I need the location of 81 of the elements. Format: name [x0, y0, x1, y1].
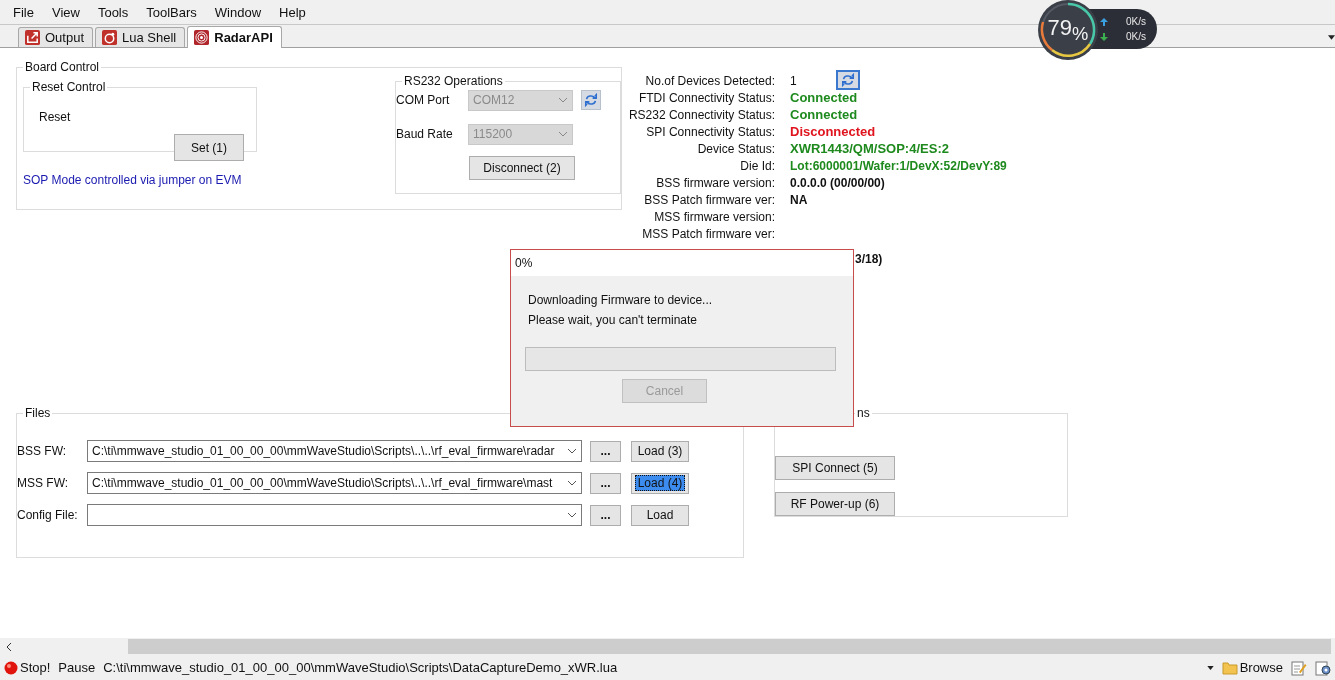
info-value: NA	[790, 192, 808, 207]
info-label: FTDI Connectivity Status:	[637, 90, 775, 105]
chevron-icon	[558, 131, 568, 137]
export-icon	[25, 30, 40, 45]
menu-item[interactable]: Window	[205, 4, 271, 20]
info-value: 1	[790, 73, 797, 88]
path-dropdown[interactable]	[87, 504, 582, 526]
dialog-message: Please wait, you can't terminate	[528, 312, 699, 329]
info-label: BSS firmware version:	[655, 175, 775, 190]
group-title: Files	[24, 406, 52, 420]
info-value: 0.0.0.0 (00/00/00)	[790, 175, 885, 190]
scroll-left-icon[interactable]	[6, 642, 12, 651]
operation-button[interactable]: SPI Connect (5)	[775, 456, 895, 480]
info-label: MSS firmware version:	[653, 209, 775, 224]
field-label: MSS FW:	[17, 476, 70, 490]
chevron-icon	[567, 512, 577, 518]
pause-button[interactable]: Pause	[54, 660, 100, 675]
info-value: 3/18)	[855, 251, 883, 266]
info-label: Device Status:	[696, 141, 775, 156]
folder-icon	[1221, 660, 1238, 675]
browse-button[interactable]: ...	[590, 440, 621, 462]
chevron-icon	[567, 448, 577, 454]
info-label: RS232 Connectivity Status:	[628, 107, 775, 122]
field-label: Config File:	[17, 508, 79, 522]
tab[interactable]: RadarAPI	[187, 26, 282, 48]
dialog-message: Downloading Firmware to device...	[528, 292, 714, 309]
refresh-button[interactable]	[836, 70, 860, 90]
tab[interactable]: Lua Shell	[95, 27, 186, 47]
path-dropdown[interactable]: C:\ti\mmwave_studio_01_00_00_00\mmWaveStudio\Scripts\..\..\rf_eval_firmware\radar	[87, 440, 582, 462]
field-label: Reset	[39, 110, 71, 124]
info-value: Connected	[790, 107, 858, 122]
group-title: Board Control	[24, 60, 101, 74]
download-icon	[1100, 32, 1108, 41]
load-button[interactable]: Load	[631, 504, 689, 526]
caret-icon[interactable]	[1328, 35, 1335, 40]
download-speed: 0K/s	[1126, 31, 1146, 42]
browse-button[interactable]: ...	[590, 472, 621, 494]
tab[interactable]: Output	[18, 27, 94, 47]
stop-icon	[4, 660, 18, 675]
info-value: XWR1443/QM/SOP:4/ES:2	[790, 141, 949, 156]
browse-button[interactable]: Browse	[1217, 660, 1287, 675]
chevron-icon	[558, 97, 568, 103]
info-label: Die Id:	[739, 158, 775, 173]
menu-item[interactable]: ToolBars	[137, 4, 206, 20]
field-label: BSS FW:	[17, 444, 68, 458]
shell-icon	[102, 30, 118, 45]
edit-icon[interactable]	[1291, 659, 1307, 676]
menu-item[interactable]: View	[42, 4, 89, 20]
set-button[interactable]: Set (1)	[174, 134, 244, 161]
dialog-title: 0%	[515, 256, 533, 270]
radar-icon	[194, 30, 210, 45]
disconnect-button[interactable]: Disconnect (2)	[469, 156, 575, 180]
info-label: MSS Patch firmware ver:	[641, 226, 775, 241]
browse-button[interactable]: ...	[590, 504, 621, 526]
group-title: RS232 Operations	[403, 74, 504, 88]
load-button[interactable]: Load (3)	[631, 440, 689, 462]
field-label: COM Port	[396, 93, 451, 107]
menu-item[interactable]: File	[4, 4, 43, 20]
info-note: SOP Mode controlled via jumper on EVM	[23, 173, 243, 187]
upload-speed: 0K/s	[1126, 16, 1146, 27]
script-path: C:\ti\mmwave_studio_01_00_00_00\mmWaveStudio\Scripts\DataCaptureDemo_xWR.lua	[103, 660, 618, 675]
menu-item[interactable]: Tools	[88, 4, 138, 20]
path-dropdown[interactable]: C:\ti\mmwave_studio_01_00_00_00\mmWaveStudio\Scripts\..\..\rf_eval_firmware\mast	[87, 472, 582, 494]
info-label: No.of Devices Detected:	[644, 73, 775, 88]
info-label: BSS Patch firmware ver:	[643, 192, 775, 207]
scrollbar[interactable]	[0, 638, 1335, 655]
info-label: SPI Connectivity Status:	[645, 124, 775, 139]
group-title: ns	[856, 406, 871, 420]
load-button[interactable]: Load (4)	[631, 472, 689, 494]
operation-button[interactable]: RF Power-up (6)	[775, 492, 895, 516]
caret-icon[interactable]	[1206, 665, 1214, 670]
info-value: Disconnected	[790, 124, 876, 139]
settings-icon[interactable]	[1315, 659, 1331, 676]
group-title: Reset Control	[31, 80, 107, 94]
upload-icon	[1100, 17, 1108, 26]
field-label: Baud Rate	[396, 127, 454, 141]
info-value: Connected	[790, 90, 858, 105]
stop-button[interactable]: Stop!	[0, 660, 55, 675]
chevron-icon	[567, 480, 577, 486]
info-value: Lot:6000001/Wafer:1/DevX:52/DevY:89	[790, 158, 1007, 173]
menu-item[interactable]: Help	[270, 4, 315, 20]
